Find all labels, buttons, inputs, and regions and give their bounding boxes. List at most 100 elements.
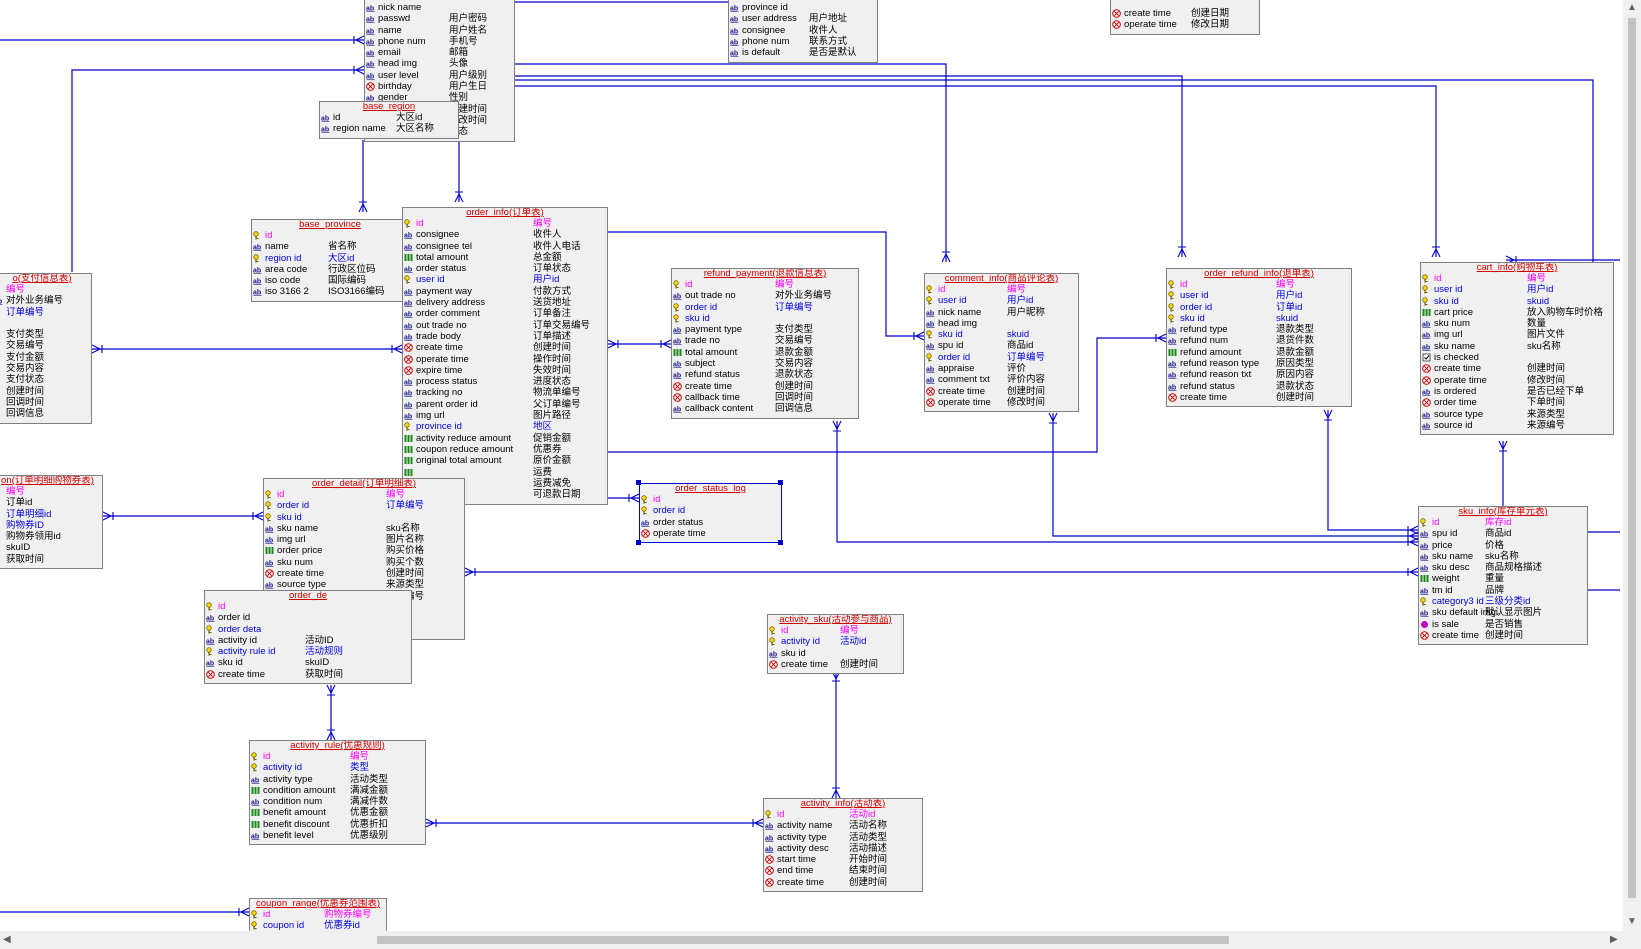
column-row[interactable]: ab sku num 购买个数: [264, 557, 464, 568]
column-row[interactable]: ab sku name sku名称: [264, 523, 464, 534]
table-refund-payment[interactable]: refund_payment(退款信息表) id 编号 ab out trade no 对…: [671, 268, 859, 419]
column-row[interactable]: ab out trade no 订单交易编号: [403, 320, 607, 331]
column-row[interactable]: ab activity type 活动类型: [250, 774, 425, 785]
column-row[interactable]: ab user level 用户级别: [365, 70, 514, 81]
column-row[interactable]: ab tracking no 物流单编号: [403, 387, 607, 398]
relationship-line[interactable]: [1052, 413, 1418, 537]
column-row[interactable]: create time 创建时间: [1419, 630, 1587, 641]
column-row[interactable]: 支付金额: [0, 352, 91, 363]
column-row[interactable]: ab order status: [640, 517, 781, 528]
column-row[interactable]: id 活动id: [764, 809, 922, 820]
table-base-province[interactable]: base_province id ab name 省名称 region id 大区id ab a…: [251, 219, 409, 302]
table-order-info[interactable]: order_info(订单表) id 编号 ab consignee 收件人 ab consi…: [402, 207, 608, 505]
column-row[interactable]: province id 地区: [403, 421, 607, 432]
column-row[interactable]: ab trade body 订单描述: [403, 331, 607, 342]
column-row[interactable]: ab order id: [205, 612, 411, 623]
column-row[interactable]: order id: [640, 505, 781, 516]
column-row[interactable]: ab source type 来源类型: [1421, 409, 1613, 420]
column-row[interactable]: ab refund reason txt 原因内容: [1167, 369, 1351, 380]
column-row[interactable]: create time 创建时间: [1167, 392, 1351, 403]
column-row[interactable]: ab payment way 付款方式: [403, 286, 607, 297]
horizontal-scroll-thumb[interactable]: [377, 936, 1229, 944]
column-row[interactable]: refund amount 退款金额: [1167, 347, 1351, 358]
column-row[interactable]: ab subject 交易内容: [672, 358, 858, 369]
column-row[interactable]: ab callback content 回调信息: [672, 403, 858, 414]
column-row[interactable]: coupon id 优惠券id: [250, 920, 386, 931]
table-title[interactable]: coupon_range(优惠券范围表): [250, 899, 386, 909]
column-row[interactable]: region id 大区id: [252, 253, 408, 264]
horizontal-scrollbar[interactable]: ◀ ▶: [0, 931, 1623, 949]
table-title[interactable]: activity_sku(活动参与商品): [768, 615, 903, 625]
column-row[interactable]: [0, 318, 91, 329]
column-row[interactable]: activity id 活动id: [768, 636, 903, 647]
column-row[interactable]: ab consignee 收件人: [729, 25, 877, 36]
column-row[interactable]: ab user address 用户地址: [729, 13, 877, 24]
column-row[interactable]: ab trade no 交易编号: [672, 335, 858, 346]
table-title[interactable]: order_detail(订单明细表): [264, 479, 464, 489]
column-row[interactable]: operate time 修改日期: [1111, 19, 1259, 30]
table-activity-info[interactable]: activity_info(活动表) id 活动id ab activity name 活…: [763, 798, 923, 893]
column-row[interactable]: order id 订单编号: [672, 302, 858, 313]
column-row[interactable]: ab activity desc 活动描述: [764, 843, 922, 854]
selection-handle[interactable]: [778, 540, 783, 545]
column-row[interactable]: 获取时间: [0, 554, 102, 565]
column-row[interactable]: order price 购买价格: [264, 545, 464, 556]
column-row[interactable]: order id 订单id: [1167, 302, 1351, 313]
column-row[interactable]: create time 创建时间: [764, 877, 922, 888]
table-activity-rule[interactable]: activity_rule(优惠规则) id 编号 activity id 类型 ab ac…: [249, 740, 426, 846]
column-row[interactable]: end time 结束时间: [764, 865, 922, 876]
column-row[interactable]: ab nick name 用户昵称: [925, 307, 1078, 318]
column-row[interactable]: ab passwd 用户密码: [365, 13, 514, 24]
table-title[interactable]: refund_payment(退款信息表): [672, 269, 858, 279]
column-row[interactable]: 订单明细id: [0, 509, 102, 520]
table-activity-sku[interactable]: activity_sku(活动参与商品) id 编号 activity id 活动id a…: [767, 614, 904, 675]
table-user-address[interactable]: ab province id ab user address 用户地址 ab consign…: [728, 0, 878, 63]
column-row[interactable]: 编号: [0, 486, 102, 497]
column-row[interactable]: ab process status 进度状态: [403, 376, 607, 387]
column-row[interactable]: id 编号: [672, 279, 858, 290]
column-row[interactable]: ab sku id: [768, 648, 903, 659]
column-row[interactable]: 运费: [403, 467, 607, 478]
column-row[interactable]: ab spu id 商品id: [1419, 528, 1587, 539]
column-row[interactable]: total amount 总金额: [403, 252, 607, 263]
table-title[interactable]: o(支付信息表): [0, 274, 91, 284]
table-title[interactable]: base_province: [252, 220, 408, 230]
column-row[interactable]: ab nick name: [365, 2, 514, 13]
table-title[interactable]: order_refund_info(退单表): [1167, 269, 1351, 279]
column-row[interactable]: 创建时间: [0, 386, 91, 397]
column-row[interactable]: operate time: [640, 528, 781, 539]
column-row[interactable]: birthday 用户生日: [365, 81, 514, 92]
column-row[interactable]: 回调时间: [0, 397, 91, 408]
column-row[interactable]: weight 重量: [1419, 573, 1587, 584]
column-row[interactable]: 购物券领用id: [0, 531, 102, 542]
column-row[interactable]: 交易编号: [0, 340, 91, 351]
column-row[interactable]: create time 创建时间: [403, 342, 607, 353]
column-row[interactable]: 编号: [0, 284, 91, 295]
table-base-region[interactable]: base_region ab id 大区id ab region name 大区名称: [319, 101, 459, 139]
column-row[interactable]: ab sku desc 商品规格描述: [1419, 562, 1587, 573]
table-sku-info[interactable]: sku_info(库存单元表) id 库存id ab spu id 商品id ab price…: [1418, 506, 1588, 646]
column-row[interactable]: ab source id 来源编号: [1421, 420, 1613, 431]
table-order-status-log[interactable]: order_status_log id order id ab order status…: [639, 483, 782, 544]
column-row[interactable]: ab activity name 活动名称: [764, 820, 922, 831]
column-row[interactable]: ab name 省名称: [252, 241, 408, 252]
column-row[interactable]: ab img url 图片文件: [1421, 329, 1613, 340]
column-row[interactable]: sku id skuid: [1421, 296, 1613, 307]
column-row[interactable]: ab province id: [729, 2, 877, 13]
column-row[interactable]: id: [252, 230, 408, 241]
vertical-scroll-thumb[interactable]: [1628, 18, 1636, 898]
relationship-line[interactable]: [514, 85, 1437, 257]
column-row[interactable]: ab comment txt 评价内容: [925, 374, 1078, 385]
column-row[interactable]: ab order comment 订单备注: [403, 308, 607, 319]
column-row[interactable]: benefit amount 优惠金额: [250, 807, 425, 818]
column-row[interactable]: cart price 放入购物车时价格: [1421, 307, 1613, 318]
column-row[interactable]: ab id 大区id: [320, 112, 458, 123]
column-row[interactable]: ab condition num 满减件数: [250, 796, 425, 807]
column-row[interactable]: user id 用户id: [925, 295, 1078, 306]
table-title[interactable]: base_region: [320, 102, 458, 112]
column-row[interactable]: id 编号: [403, 218, 607, 229]
column-row[interactable]: create time 创建时间: [925, 386, 1078, 397]
column-row[interactable]: 订单id: [0, 497, 102, 508]
table-order-detail-coupon[interactable]: on(订单明细购物券表) 编号 订单id 订单明细id 购物券ID 购物券领用id skuI…: [0, 475, 103, 570]
column-row[interactable]: ab sku num 数量: [1421, 318, 1613, 329]
